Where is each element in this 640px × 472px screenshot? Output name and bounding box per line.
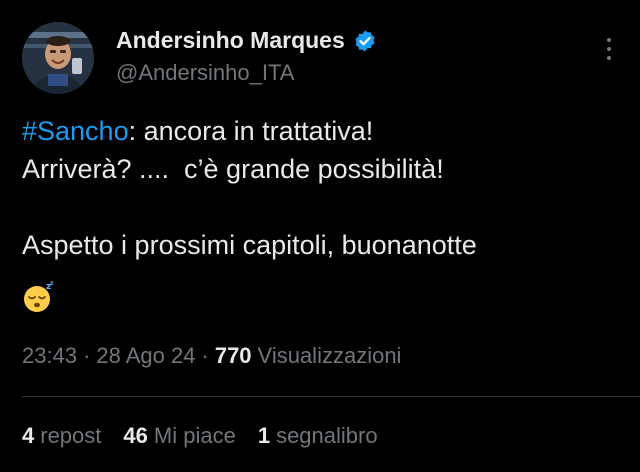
- reposts-count: 4: [22, 423, 35, 448]
- tweet-meta: 23:43 · 28 Ago 24 · 770 Visualizzazioni: [22, 343, 401, 369]
- bookmarks-label: segnalibro: [276, 423, 378, 448]
- likes-label: Mi piace: [153, 423, 236, 448]
- more-options-icon[interactable]: [606, 38, 612, 64]
- svg-text:z: z: [50, 280, 54, 287]
- author-row: Andersinho Marques: [116, 27, 377, 54]
- engagement-stats: 4 repost 46 Mi piace 1 segnalibro: [22, 423, 378, 449]
- meta-separator: ·: [83, 343, 91, 368]
- divider: [22, 396, 640, 397]
- author-handle[interactable]: @Andersinho_ITA: [116, 60, 294, 86]
- tweet-line2: Arriverà? .... c’è grande possibilità!: [22, 154, 444, 184]
- hashtag-link[interactable]: #Sancho: [22, 116, 129, 146]
- tweet-time[interactable]: 23:43: [22, 343, 77, 369]
- author-name[interactable]: Andersinho Marques: [116, 27, 345, 54]
- likes-count: 46: [123, 423, 148, 448]
- views-count[interactable]: 770: [215, 343, 252, 369]
- reposts-label: repost: [40, 423, 102, 448]
- bookmarks-count: 1: [257, 423, 271, 448]
- tweet-date[interactable]: 28 Ago 24: [96, 343, 195, 369]
- tweet-text: #Sancho: ancora in trattativa! Arriverà?…: [22, 112, 622, 264]
- tweet-line1-rest: : ancora in trattativa!: [128, 116, 374, 146]
- verified-badge-icon[interactable]: [353, 29, 377, 53]
- likes-stat[interactable]: 46 Mi piace: [123, 423, 235, 449]
- meta-separator: ·: [201, 343, 209, 368]
- avatar[interactable]: [22, 22, 94, 94]
- views-label[interactable]: Visualizzazioni: [258, 343, 402, 369]
- avatar-image: [22, 22, 94, 94]
- reposts-stat[interactable]: 4 repost: [22, 423, 101, 449]
- sleeping-face-emoji-icon: z z: [24, 280, 54, 312]
- tweet-line4: Aspetto i prossimi capitoli, buonanotte: [22, 230, 477, 260]
- bookmarks-stat[interactable]: 1 segnalibro: [258, 423, 378, 449]
